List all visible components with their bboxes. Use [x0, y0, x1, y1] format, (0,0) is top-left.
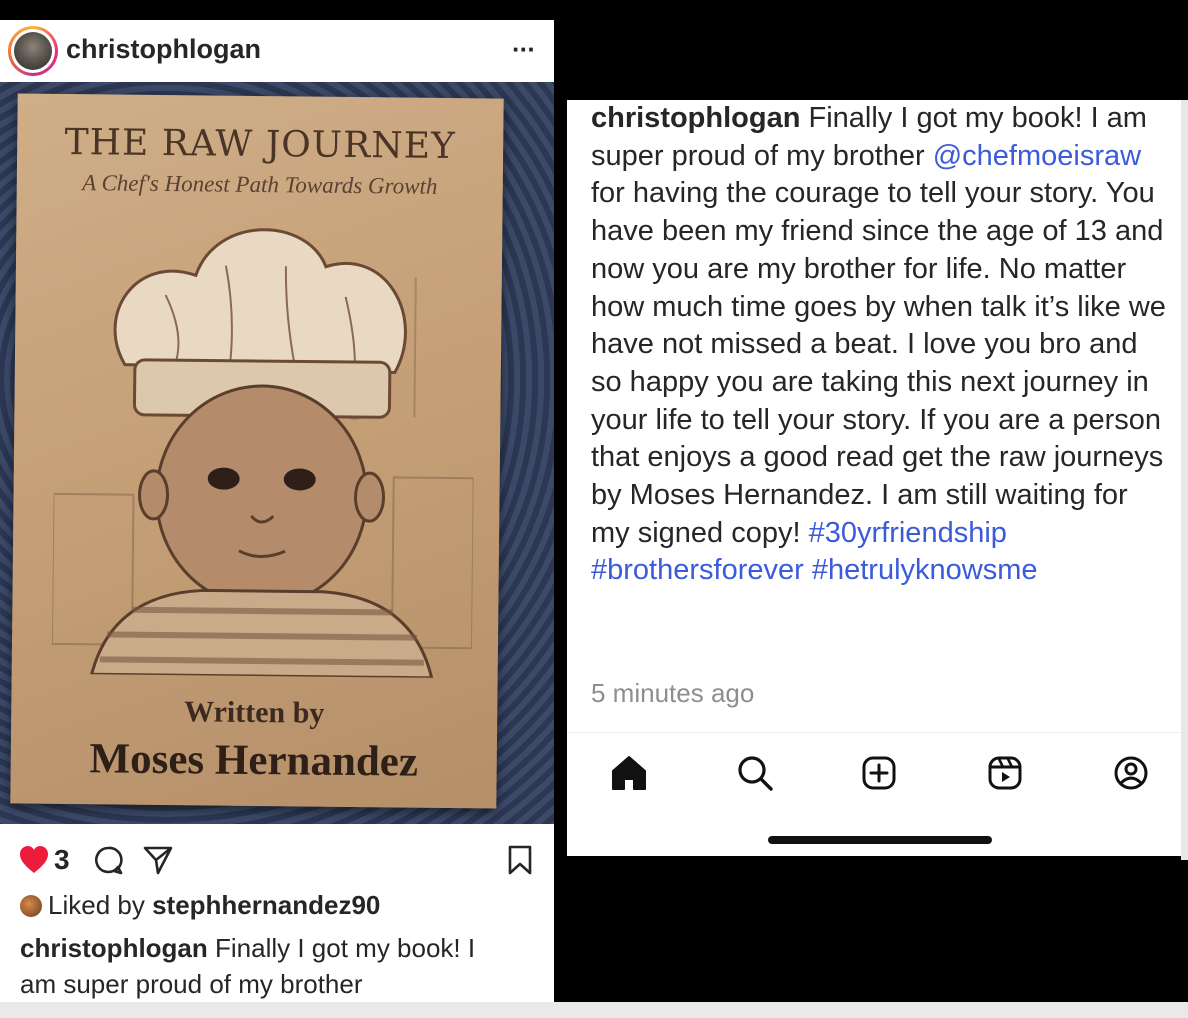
bookmark-icon[interactable] [506, 844, 534, 876]
comment-icon[interactable] [92, 844, 124, 876]
hashtag-link[interactable]: #hetrulyknowsme [812, 554, 1038, 586]
caption-user[interactable]: christophlogan [591, 102, 800, 134]
create-icon[interactable] [857, 751, 901, 795]
mention-link[interactable]: @chefmoeisraw [933, 140, 1141, 172]
home-indicator[interactable] [768, 836, 992, 844]
caption-user[interactable]: christophlogan [20, 933, 208, 963]
caption-preview-line1: Finally I got my book! I [207, 933, 476, 963]
reels-icon[interactable] [983, 751, 1027, 795]
full-caption: christophlogan Finally I got my book! I … [591, 100, 1171, 590]
book-illustration [51, 228, 475, 679]
bottom-nav [567, 732, 1181, 813]
post-screenshot-left: christophlogan ··· THE RAW JOURNEY A Che… [0, 20, 554, 1002]
avatar-photo [14, 32, 52, 70]
post-actions: 3 [0, 840, 554, 884]
home-icon[interactable] [607, 751, 651, 795]
heart-icon[interactable] [18, 844, 50, 876]
post-timestamp: 5 minutes ago [591, 678, 755, 708]
book-cover: THE RAW JOURNEY A Chef's Honest Path Tow… [10, 93, 504, 809]
book-title: THE RAW JOURNEY [64, 121, 456, 168]
post-header: christophlogan ··· [0, 20, 554, 82]
hashtag-link[interactable]: #30yrfriendship [809, 517, 1007, 549]
post-screenshot-right: christophlogan Finally I got my book! I … [567, 100, 1181, 856]
caption-text-2: for having the courage to tell your stor… [591, 177, 1166, 549]
bottom-strip [0, 1002, 1188, 1018]
book-written-by: Written by [183, 695, 325, 730]
post-username[interactable]: christophlogan [66, 34, 261, 65]
liked-by: Liked by stephhernandez90 [20, 890, 380, 921]
liked-by-prefix: Liked by [48, 890, 153, 920]
search-icon[interactable] [733, 751, 777, 795]
profile-icon[interactable] [1109, 751, 1153, 795]
share-icon[interactable] [142, 844, 174, 876]
bottom-nav-peek [0, 992, 554, 1002]
likes-count[interactable]: 3 [54, 844, 70, 876]
post-photo: THE RAW JOURNEY A Chef's Honest Path Tow… [0, 82, 554, 824]
avatar[interactable] [8, 26, 58, 76]
scrollbar-edge [1181, 100, 1188, 860]
liked-by-user[interactable]: stephhernandez90 [152, 890, 380, 920]
book-author: Moses Hernandez [89, 735, 419, 786]
liker-avatar[interactable] [20, 895, 42, 917]
hashtag-link[interactable]: #brothersforever [591, 554, 804, 586]
more-options-icon[interactable]: ··· [512, 34, 536, 65]
